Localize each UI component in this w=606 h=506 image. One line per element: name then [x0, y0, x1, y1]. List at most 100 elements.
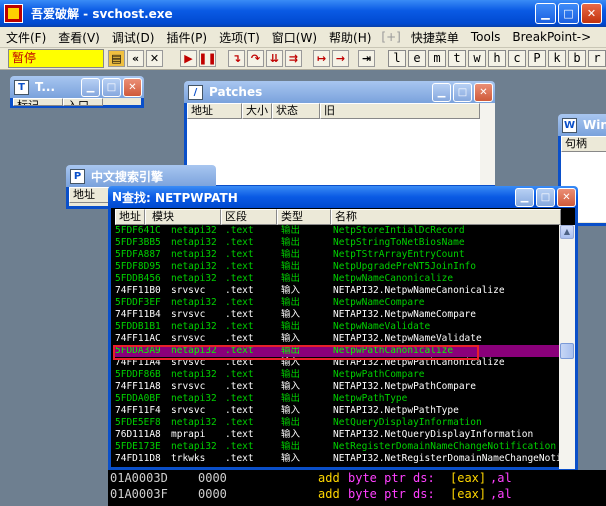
right-window-title-bar[interactable]: W Wind	[558, 114, 606, 136]
toolbar-m-button[interactable]: m	[428, 50, 446, 67]
minimize-button[interactable]: ▁	[535, 3, 556, 24]
column-header-address[interactable]: 地址	[187, 103, 242, 119]
run-icon[interactable]: ▶	[180, 50, 197, 67]
menu-help[interactable]: 帮助(H)	[323, 29, 377, 46]
column-header-state[interactable]: 状态	[272, 103, 320, 119]
menu-debug[interactable]: 调试(D)	[106, 29, 161, 46]
minimize-button[interactable]: ▁	[81, 77, 100, 97]
goto-address-icon[interactable]: ⇥	[358, 50, 375, 67]
execute-till-return-icon[interactable]: ↦	[313, 50, 330, 67]
close-button[interactable]: ✕	[557, 187, 576, 207]
table-row[interactable]: 5FDF641C netapi32 .text 输出 NetpStoreIntialDc…	[115, 225, 561, 237]
maximize-button[interactable]: □	[536, 187, 555, 207]
pause-icon[interactable]: ❚❚	[198, 50, 217, 67]
toolbar-t-button[interactable]: t	[448, 50, 466, 67]
column-header-name[interactable]: 名称	[331, 209, 561, 225]
table-row[interactable]: 74FF11B4 srvsvc .text 输入 NETAPI32.NetpwNameC…	[115, 309, 561, 321]
menu-breakpoint[interactable]: BreakPoint->	[506, 30, 597, 44]
table-row[interactable]: 5FDDF86B netapi32 .text 输出 NetpwPathCompare	[115, 369, 561, 381]
menu-tools[interactable]: Tools	[465, 30, 507, 44]
trace-into-icon[interactable]: ⇊	[266, 50, 283, 67]
column-header[interactable]: 标记	[13, 98, 63, 106]
patches-window[interactable]: / Patches ▁ □ ✕ 地址 大小 状态 旧	[184, 81, 495, 188]
toolbar-h-button[interactable]: h	[488, 50, 506, 67]
scroll-thumb[interactable]	[560, 343, 574, 359]
table-row[interactable]: 5FDDB456 netapi32 .text 输出 NetpwNameCanonica…	[115, 273, 561, 285]
column-header-type[interactable]: 类型	[277, 209, 331, 225]
patches-list[interactable]	[187, 119, 480, 185]
column-header-section[interactable]: 区段	[221, 209, 277, 225]
table-row[interactable]: 5FDE173E netapi32 .text 输出 NetRegisterDomain…	[115, 441, 561, 453]
table-row[interactable]: 74FF11B0 srvsvc .text 输入 NETAPI32.NetpwNameC…	[115, 285, 561, 297]
menu-plugins[interactable]: 插件(P)	[160, 29, 213, 46]
menu-expand[interactable]: [+]	[377, 30, 404, 44]
column-header-old[interactable]: 旧	[320, 103, 480, 119]
table-row[interactable]: 5FDDA3A9 netapi32 .text 输出 NetpwPathCanonica…	[115, 345, 561, 357]
row-module: srvsvc	[171, 405, 206, 416]
row-section: .text	[225, 273, 254, 284]
column-header-address[interactable]: 地址	[115, 209, 145, 225]
row-section: .text	[225, 309, 254, 320]
table-row[interactable]: 5FDFA887 netapi32 .text 输出 NetpTStrArrayEntr…	[115, 249, 561, 261]
table-row[interactable]: 5FDDF3EF netapi32 .text 输出 NetpwNameCompare	[115, 297, 561, 309]
trace-over-icon[interactable]: ⇉	[285, 50, 302, 67]
t-window-title-bar[interactable]: T T... ▁ □ ✕	[10, 76, 144, 98]
menu-file[interactable]: 文件(F)	[0, 29, 52, 46]
menu-window[interactable]: 窗口(W)	[266, 29, 323, 46]
minimize-button[interactable]: ▁	[515, 187, 534, 207]
table-row[interactable]: 74FF11A8 srvsvc .text 输入 NETAPI32.NetpwPathC…	[115, 381, 561, 393]
maximize-button[interactable]: □	[102, 77, 121, 97]
table-row[interactable]: 74FF11A4 srvsvc .text 输入 NETAPI32.NetpwPathC…	[115, 357, 561, 369]
table-row[interactable]: 5FDE5EF8 netapi32 .text 输出 NetQueryDisplayIn…	[115, 417, 561, 429]
close-button[interactable]: ✕	[474, 82, 493, 102]
table-row[interactable]: 5FDDB1B1 netapi32 .text 输出 NetpwNameValidate	[115, 321, 561, 333]
table-row[interactable]: 5FDDA0BF netapi32 .text 输出 NetpwPathType	[115, 393, 561, 405]
t-window[interactable]: T T... ▁ □ ✕ 标记 入口	[10, 76, 144, 108]
menu-shortcuts[interactable]: 快捷菜单	[405, 29, 465, 46]
disassembly-row[interactable]: 01A0003D 0000 add byte ptr ds: [eax] ,al	[108, 470, 606, 486]
disassembly-row[interactable]: 01A0003F 0000 add byte ptr ds: [eax] ,al	[108, 486, 606, 502]
patches-scrollbar[interactable]	[480, 103, 495, 185]
find-title-bar[interactable]: N 查找: NETPWPATH ▁ □ ✕	[108, 186, 578, 208]
find-window[interactable]: N 查找: NETPWPATH ▁ □ ✕ 地址 模块 区段 类型 名称 5FD…	[108, 186, 578, 470]
table-row[interactable]: 74FF11AC srvsvc .text 输入 NETAPI32.NetpwNameV…	[115, 333, 561, 345]
toolbar-k-button[interactable]: k	[548, 50, 566, 67]
open-icon[interactable]: ▤	[108, 50, 125, 67]
table-row[interactable]: 74FF11F4 srvsvc .text 输入 NETAPI32.NetpwPathT…	[115, 405, 561, 417]
patches-title-bar[interactable]: / Patches ▁ □ ✕	[184, 81, 495, 103]
column-header[interactable]: 入口	[63, 98, 103, 106]
disassembly-pane[interactable]: 01A0003D 0000 add byte ptr ds: [eax] ,al 01A00…	[108, 470, 606, 506]
toolbar-e-button[interactable]: e	[408, 50, 426, 67]
table-row[interactable]: 5FDF8D95 netapi32 .text 输出 NetpUpgradePreNT5…	[115, 261, 561, 273]
find-results-list[interactable]: 5FDF641C netapi32 .text 输出 NetpStoreIntialDc…	[115, 225, 561, 469]
column-header-handle[interactable]: 句柄	[561, 136, 606, 152]
table-row[interactable]: 5FDF3BB5 netapi32 .text 输出 NetpStringToNetBi…	[115, 237, 561, 249]
close-button[interactable]: ✕	[581, 3, 602, 24]
toolbar-c-button[interactable]: c	[508, 50, 526, 67]
minimize-button[interactable]: ▁	[432, 82, 451, 102]
toolbar-l-button[interactable]: l	[388, 50, 406, 67]
row-type: 输入	[281, 405, 301, 416]
column-header-size[interactable]: 大小	[242, 103, 272, 119]
main-title-bar[interactable]: 吾爱破解 - svchost.exe ▁ □ ✕	[0, 0, 606, 27]
close-debug-icon[interactable]: ✕	[146, 50, 163, 67]
maximize-button[interactable]: □	[453, 82, 472, 102]
step-into-icon[interactable]: ↴	[228, 50, 245, 67]
toolbar-w-button[interactable]: w	[468, 50, 486, 67]
step-over-icon[interactable]: ↷	[247, 50, 264, 67]
table-row[interactable]: 76D111A8 mprapi .text 输入 NETAPI32.NetQueryDi…	[115, 429, 561, 441]
toolbar-b-button[interactable]: b	[568, 50, 586, 67]
go-to-icon[interactable]: →	[332, 50, 349, 67]
menu-view[interactable]: 查看(V)	[52, 29, 106, 46]
find-scrollbar[interactable]: ▲	[559, 225, 575, 469]
toolbar-r-button[interactable]: r	[588, 50, 606, 67]
menu-options[interactable]: 选项(T)	[213, 29, 266, 46]
maximize-button[interactable]: □	[558, 3, 579, 24]
column-header-module[interactable]: 模块	[145, 209, 221, 225]
search-engine-title-bar[interactable]: P 中文搜索引擎	[66, 165, 216, 187]
toolbar-p-button[interactable]: P	[528, 50, 546, 67]
close-button[interactable]: ✕	[123, 77, 142, 97]
table-row[interactable]: 74FD11D8 trkwks .text 输入 NETAPI32.NetRegiste…	[115, 453, 561, 465]
rewind-icon[interactable]: «	[127, 50, 144, 67]
scroll-up-icon[interactable]: ▲	[560, 225, 574, 239]
